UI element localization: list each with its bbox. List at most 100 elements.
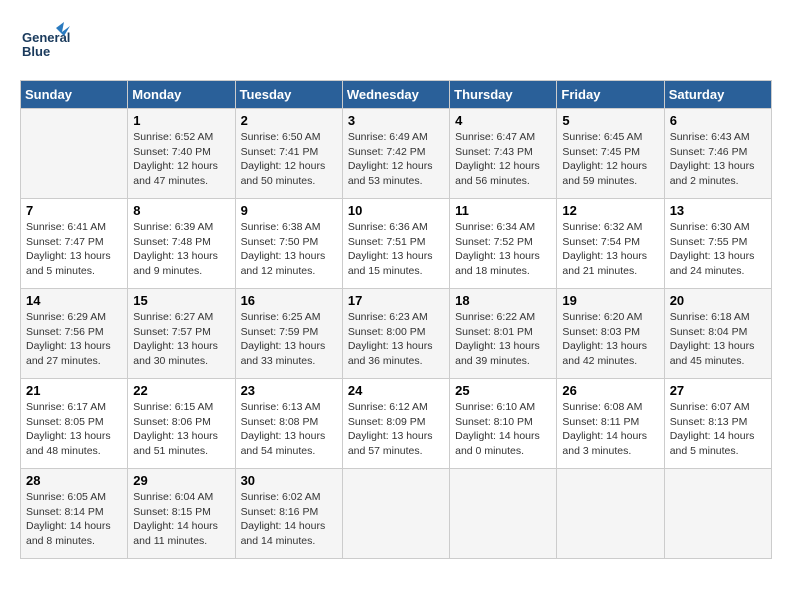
day-info: Sunrise: 6:43 AMSunset: 7:46 PMDaylight:… — [670, 130, 766, 189]
day-number: 30 — [241, 473, 337, 488]
header-tuesday: Tuesday — [235, 81, 342, 109]
day-number: 9 — [241, 203, 337, 218]
day-number: 17 — [348, 293, 444, 308]
day-number: 13 — [670, 203, 766, 218]
day-info: Sunrise: 6:17 AMSunset: 8:05 PMDaylight:… — [26, 400, 122, 459]
day-info: Sunrise: 6:08 AMSunset: 8:11 PMDaylight:… — [562, 400, 658, 459]
day-cell: 17 Sunrise: 6:23 AMSunset: 8:00 PMDayligh… — [342, 289, 449, 379]
day-info: Sunrise: 6:45 AMSunset: 7:45 PMDaylight:… — [562, 130, 658, 189]
day-cell: 30 Sunrise: 6:02 AMSunset: 8:16 PMDayligh… — [235, 469, 342, 559]
day-info: Sunrise: 6:49 AMSunset: 7:42 PMDaylight:… — [348, 130, 444, 189]
day-number: 15 — [133, 293, 229, 308]
day-cell: 8Sunrise: 6:39 AMSunset: 7:48 PMDaylight… — [128, 199, 235, 289]
day-number: 6 — [670, 113, 766, 128]
day-number: 16 — [241, 293, 337, 308]
day-info: Sunrise: 6:41 AMSunset: 7:47 PMDaylight:… — [26, 220, 122, 279]
day-number: 22 — [133, 383, 229, 398]
day-cell: 7 Sunrise: 6:41 AMSunset: 7:47 PMDaylight… — [21, 199, 128, 289]
day-info: Sunrise: 6:47 AMSunset: 7:43 PMDaylight:… — [455, 130, 551, 189]
day-cell: 5 Sunrise: 6:45 AMSunset: 7:45 PMDaylight… — [557, 109, 664, 199]
day-cell: 21Sunrise: 6:17 AMSunset: 8:05 PMDayligh… — [21, 379, 128, 469]
day-info: Sunrise: 6:22 AMSunset: 8:01 PMDaylight:… — [455, 310, 551, 369]
day-number: 3 — [348, 113, 444, 128]
day-info: Sunrise: 6:25 AMSunset: 7:59 PMDaylight:… — [241, 310, 337, 369]
day-info: Sunrise: 6:05 AMSunset: 8:14 PMDaylight:… — [26, 490, 122, 549]
week-row-2: 7 Sunrise: 6:41 AMSunset: 7:47 PMDaylight… — [21, 199, 772, 289]
day-cell: 26 Sunrise: 6:08 AMSunset: 8:11 PMDayligh… — [557, 379, 664, 469]
day-info: Sunrise: 6:52 AMSunset: 7:40 PMDaylight:… — [133, 130, 229, 189]
week-row-4: 21Sunrise: 6:17 AMSunset: 8:05 PMDayligh… — [21, 379, 772, 469]
day-cell: 16 Sunrise: 6:25 AMSunset: 7:59 PMDayligh… — [235, 289, 342, 379]
day-number: 20 — [670, 293, 766, 308]
day-info: Sunrise: 6:15 AMSunset: 8:06 PMDaylight:… — [133, 400, 229, 459]
header-friday: Friday — [557, 81, 664, 109]
day-number: 26 — [562, 383, 658, 398]
week-row-3: 14 Sunrise: 6:29 AMSunset: 7:56 PMDayligh… — [21, 289, 772, 379]
day-cell: 19 Sunrise: 6:20 AMSunset: 8:03 PMDayligh… — [557, 289, 664, 379]
day-number: 12 — [562, 203, 658, 218]
day-info: Sunrise: 6:13 AMSunset: 8:08 PMDaylight:… — [241, 400, 337, 459]
day-cell: 3 Sunrise: 6:49 AMSunset: 7:42 PMDaylight… — [342, 109, 449, 199]
header-wednesday: Wednesday — [342, 81, 449, 109]
header-saturday: Saturday — [664, 81, 771, 109]
day-number: 4 — [455, 113, 551, 128]
day-info: Sunrise: 6:32 AMSunset: 7:54 PMDaylight:… — [562, 220, 658, 279]
day-cell — [21, 109, 128, 199]
day-cell: 13 Sunrise: 6:30 AMSunset: 7:55 PMDayligh… — [664, 199, 771, 289]
day-cell: 2 Sunrise: 6:50 AMSunset: 7:41 PMDaylight… — [235, 109, 342, 199]
logo: General Blue — [20, 20, 70, 70]
day-info: Sunrise: 6:36 AMSunset: 7:51 PMDaylight:… — [348, 220, 444, 279]
day-info: Sunrise: 6:10 AMSunset: 8:10 PMDaylight:… — [455, 400, 551, 459]
day-number: 8 — [133, 203, 229, 218]
day-number: 29 — [133, 473, 229, 488]
day-info: Sunrise: 6:29 AMSunset: 7:56 PMDaylight:… — [26, 310, 122, 369]
day-number: 7 — [26, 203, 122, 218]
day-cell — [450, 469, 557, 559]
day-number: 11 — [455, 203, 551, 218]
day-info: Sunrise: 6:18 AMSunset: 8:04 PMDaylight:… — [670, 310, 766, 369]
header-sunday: Sunday — [21, 81, 128, 109]
day-cell: 14 Sunrise: 6:29 AMSunset: 7:56 PMDayligh… — [21, 289, 128, 379]
day-number: 2 — [241, 113, 337, 128]
day-info: Sunrise: 6:23 AMSunset: 8:00 PMDaylight:… — [348, 310, 444, 369]
header-thursday: Thursday — [450, 81, 557, 109]
day-number: 19 — [562, 293, 658, 308]
calendar-table: SundayMondayTuesdayWednesdayThursdayFrid… — [20, 80, 772, 559]
day-cell: 25 Sunrise: 6:10 AMSunset: 8:10 PMDayligh… — [450, 379, 557, 469]
day-cell: 12 Sunrise: 6:32 AMSunset: 7:54 PMDayligh… — [557, 199, 664, 289]
day-number: 5 — [562, 113, 658, 128]
day-cell: 4 Sunrise: 6:47 AMSunset: 7:43 PMDaylight… — [450, 109, 557, 199]
day-info: Sunrise: 6:34 AMSunset: 7:52 PMDaylight:… — [455, 220, 551, 279]
day-number: 14 — [26, 293, 122, 308]
day-info: Sunrise: 6:27 AMSunset: 7:57 PMDaylight:… — [133, 310, 229, 369]
day-info: Sunrise: 6:20 AMSunset: 8:03 PMDaylight:… — [562, 310, 658, 369]
day-info: Sunrise: 6:12 AMSunset: 8:09 PMDaylight:… — [348, 400, 444, 459]
day-cell: 9 Sunrise: 6:38 AMSunset: 7:50 PMDaylight… — [235, 199, 342, 289]
day-info: Sunrise: 6:50 AMSunset: 7:41 PMDaylight:… — [241, 130, 337, 189]
day-info: Sunrise: 6:04 AMSunset: 8:15 PMDaylight:… — [133, 490, 229, 549]
day-number: 1 — [133, 113, 229, 128]
day-number: 24 — [348, 383, 444, 398]
svg-text:Blue: Blue — [22, 44, 50, 59]
header-row: SundayMondayTuesdayWednesdayThursdayFrid… — [21, 81, 772, 109]
day-number: 27 — [670, 383, 766, 398]
day-info: Sunrise: 6:07 AMSunset: 8:13 PMDaylight:… — [670, 400, 766, 459]
day-info: Sunrise: 6:38 AMSunset: 7:50 PMDaylight:… — [241, 220, 337, 279]
day-number: 18 — [455, 293, 551, 308]
day-number: 28 — [26, 473, 122, 488]
day-cell — [557, 469, 664, 559]
day-cell: 1 Sunrise: 6:52 AMSunset: 7:40 PMDaylight… — [128, 109, 235, 199]
header-monday: Monday — [128, 81, 235, 109]
day-number: 25 — [455, 383, 551, 398]
day-number: 23 — [241, 383, 337, 398]
day-info: Sunrise: 6:30 AMSunset: 7:55 PMDaylight:… — [670, 220, 766, 279]
day-cell: 28 Sunrise: 6:05 AMSunset: 8:14 PMDayligh… — [21, 469, 128, 559]
day-cell: 15 Sunrise: 6:27 AMSunset: 7:57 PMDayligh… — [128, 289, 235, 379]
day-cell: 6 Sunrise: 6:43 AMSunset: 7:46 PMDaylight… — [664, 109, 771, 199]
day-cell: 18 Sunrise: 6:22 AMSunset: 8:01 PMDayligh… — [450, 289, 557, 379]
day-info: Sunrise: 6:02 AMSunset: 8:16 PMDaylight:… — [241, 490, 337, 549]
day-cell: 23 Sunrise: 6:13 AMSunset: 8:08 PMDayligh… — [235, 379, 342, 469]
day-cell: 11 Sunrise: 6:34 AMSunset: 7:52 PMDayligh… — [450, 199, 557, 289]
day-number: 10 — [348, 203, 444, 218]
day-cell: 10 Sunrise: 6:36 AMSunset: 7:51 PMDayligh… — [342, 199, 449, 289]
